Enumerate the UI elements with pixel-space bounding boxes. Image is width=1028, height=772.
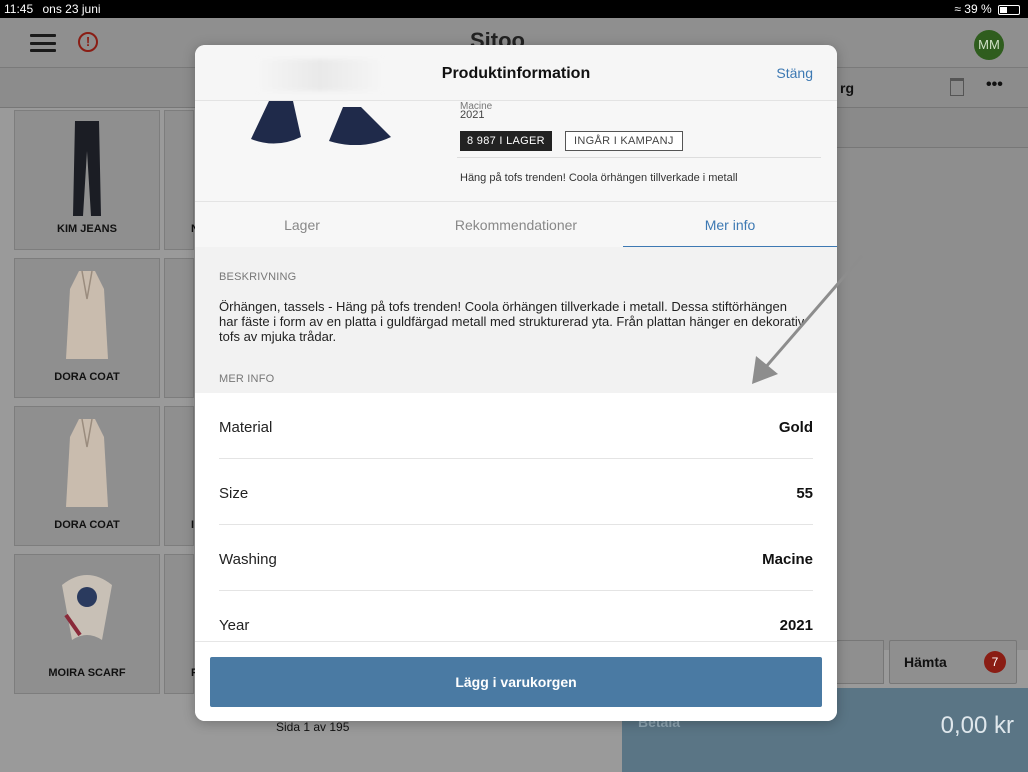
product-tile-partial[interactable] xyxy=(164,258,194,398)
status-bar: 11:45 ons 23 juni ≈ 39 % xyxy=(0,0,1028,18)
annotation-arrow-icon xyxy=(752,255,864,384)
fetch-button[interactable]: Hämta 7 xyxy=(889,640,1017,684)
attribute-value: Macine xyxy=(762,551,813,568)
product-name: MOIRA SCARF xyxy=(48,667,126,679)
attribute-row: Material Gold xyxy=(219,393,813,459)
product-summary: Macine 2021 8 987 I LAGER INGÅR I KAMPAN… xyxy=(195,101,837,201)
description-label: BESKRIVNING xyxy=(219,271,297,283)
attribute-key: Material xyxy=(219,419,273,436)
status-date: ons 23 juni xyxy=(42,2,101,16)
menu-icon[interactable] xyxy=(30,34,56,52)
product-tile[interactable]: KIM JEANS xyxy=(14,110,160,250)
product-name: KIM JEANS xyxy=(57,223,117,235)
more-info-label: MER INFO xyxy=(219,373,275,385)
description-text: Örhängen, tassels - Häng på tofs trenden… xyxy=(219,299,805,344)
close-button[interactable]: Stäng xyxy=(776,65,813,81)
campaign-badge[interactable]: INGÅR I KAMPANJ xyxy=(565,131,683,151)
attribute-value: Gold xyxy=(778,419,813,436)
avatar[interactable]: MM xyxy=(974,30,1004,60)
modal-header: Produktinformation Stäng xyxy=(195,45,837,101)
divider xyxy=(457,157,821,158)
attribute-key: Washing xyxy=(219,551,277,568)
tab-more-info[interactable]: Mer info xyxy=(623,217,837,233)
tab-bar: Lager Rekommendationer Mer info xyxy=(195,201,837,248)
stock-badge: 8 987 I LAGER xyxy=(460,131,552,151)
fetch-count-badge: 7 xyxy=(984,651,1006,673)
product-year: 2021 xyxy=(460,109,485,121)
cart-title: rg xyxy=(840,80,854,96)
scarf-image xyxy=(62,575,112,640)
product-tile-partial[interactable]: I xyxy=(164,406,194,546)
attribute-list: Material Gold Size 55 Washing Macine Yea… xyxy=(195,393,837,641)
modal-footer: Lägg i varukorgen xyxy=(195,641,837,721)
product-short-description: Häng på tofs trenden! Coola örhängen til… xyxy=(460,172,738,184)
coat-image xyxy=(66,270,108,359)
modal-title: Produktinformation xyxy=(441,65,591,82)
battery-icon xyxy=(998,4,1020,15)
earrings-image xyxy=(251,101,391,145)
attribute-value: 55 xyxy=(796,485,813,502)
product-tile[interactable]: MOIRA SCARF xyxy=(14,554,160,694)
trash-icon[interactable] xyxy=(950,78,964,96)
product-name: DORA COAT xyxy=(54,519,120,531)
total-amount: 0,00 kr xyxy=(940,712,1014,739)
more-icon[interactable]: ••• xyxy=(986,76,1003,94)
product-tile-partial[interactable]: F xyxy=(164,554,198,694)
attribute-value: 2021 xyxy=(779,617,813,634)
pager: Sida 1 av 195 xyxy=(276,720,350,734)
tab-stock[interactable]: Lager xyxy=(195,217,409,233)
attribute-row: Washing Macine xyxy=(219,525,813,591)
coat-image xyxy=(66,418,108,507)
attribute-key: Size xyxy=(219,485,249,502)
status-time: 11:45 xyxy=(4,2,34,16)
attribute-row: Size 55 xyxy=(219,459,813,525)
product-name: DORA COAT xyxy=(54,371,120,383)
attribute-key: Year xyxy=(219,617,250,634)
battery-percent: 39 % xyxy=(964,2,992,16)
product-tile[interactable]: DORA COAT xyxy=(14,258,160,398)
tab-recommendations[interactable]: Rekommendationer xyxy=(409,217,623,233)
product-tile[interactable]: DORA COAT xyxy=(14,406,160,546)
add-to-cart-button[interactable]: Lägg i varukorgen xyxy=(210,657,822,707)
wifi-icon: ≈ xyxy=(954,2,961,16)
product-tile-partial[interactable]: N xyxy=(164,110,199,250)
jeans-image xyxy=(73,121,101,216)
alert-icon[interactable]: ! xyxy=(78,32,98,52)
